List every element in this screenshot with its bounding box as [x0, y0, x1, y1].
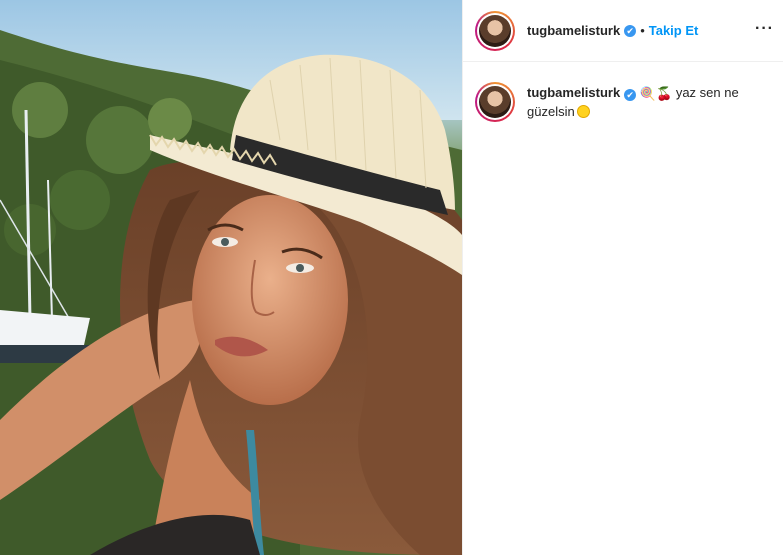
- sun-emoji-icon: [576, 105, 590, 118]
- separator-dot: •: [640, 23, 645, 38]
- post-header: tugbamelisturk ✔ • Takip Et ···: [463, 0, 783, 62]
- post-side-panel: tugbamelisturk ✔ • Takip Et ··· tugbamel…: [462, 0, 783, 555]
- post-photo[interactable]: [0, 0, 462, 555]
- caption-avatar[interactable]: [475, 82, 515, 122]
- more-options-icon[interactable]: ···: [755, 21, 774, 37]
- caption-line-2: güzelsin: [527, 104, 575, 119]
- lollipop-emoji-icon: 🍭: [639, 86, 656, 101]
- verified-badge-icon: ✔: [624, 24, 637, 37]
- caption-avatar-image: [479, 86, 511, 118]
- selfie-image: [0, 0, 462, 555]
- caption-verified-badge-icon: ✔: [624, 89, 637, 101]
- follow-button[interactable]: Takip Et: [649, 23, 699, 38]
- cherry-emoji-icon: 🍒: [656, 86, 673, 101]
- caption-text: tugbamelisturk ✔ 🍭🍒 yaz sen ne güzelsin: [527, 82, 739, 122]
- avatar-image: [479, 14, 511, 47]
- caption-comment: tugbamelisturk ✔ 🍭🍒 yaz sen ne güzelsin: [475, 82, 775, 122]
- caption-line-1: yaz sen ne: [675, 85, 739, 100]
- avatar[interactable]: [475, 10, 515, 51]
- header-username[interactable]: tugbamelisturk: [527, 23, 620, 38]
- caption-username[interactable]: tugbamelisturk: [527, 85, 620, 100]
